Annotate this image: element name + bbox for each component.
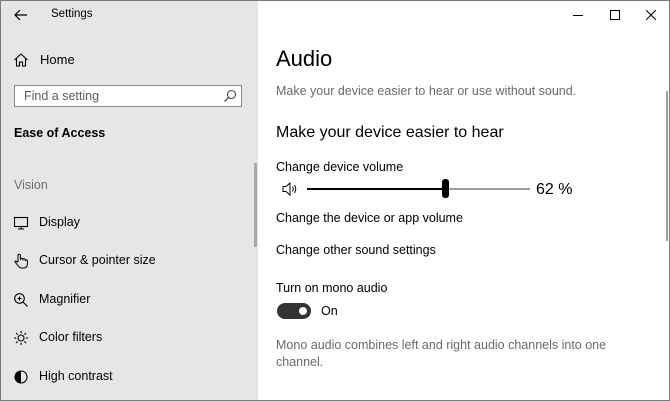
sidebar-item-label: Cursor & pointer size xyxy=(39,253,156,267)
sidebar-item-high-contrast[interactable]: High contrast xyxy=(1,362,258,392)
monitor-icon xyxy=(13,215,29,231)
sidebar: Settings Home Ease of Access Vision xyxy=(1,1,258,400)
section-heading: Make your device easier to hear xyxy=(276,124,504,141)
sidebar-item-label: Color filters xyxy=(39,330,103,344)
back-arrow-icon xyxy=(14,9,27,21)
volume-value: 62 % xyxy=(536,181,573,198)
home-nav-item[interactable]: Home xyxy=(1,45,258,75)
sidebar-item-color-filters[interactable]: Color filters xyxy=(1,323,258,353)
mono-audio-toggle[interactable] xyxy=(277,303,311,319)
other-sound-settings-link[interactable]: Change other sound settings xyxy=(276,243,436,257)
volume-slider-thumb[interactable] xyxy=(442,179,450,198)
close-button[interactable] xyxy=(631,1,669,29)
volume-label: Change device volume xyxy=(276,160,404,174)
sidebar-scrollbar[interactable] xyxy=(254,163,257,247)
speaker-icon[interactable] xyxy=(282,181,298,201)
contrast-icon xyxy=(13,369,29,385)
settings-window: Settings Home Ease of Access Vision xyxy=(0,0,670,401)
minimize-button[interactable] xyxy=(558,1,598,29)
sidebar-item-cursor-pointer-size[interactable]: Cursor & pointer size xyxy=(1,246,258,276)
page-subtitle: Make your device easier to hear or use w… xyxy=(276,84,577,98)
close-icon xyxy=(646,10,656,20)
sidebar-item-label: High contrast xyxy=(39,369,113,383)
mono-audio-label: Turn on mono audio xyxy=(276,281,388,295)
volume-slider-fill xyxy=(307,188,446,190)
sidebar-item-label: Display xyxy=(39,215,80,229)
home-label: Home xyxy=(40,52,75,67)
app-title: Settings xyxy=(51,8,93,20)
title-bar: Settings xyxy=(1,1,258,29)
sidebar-item-label: Magnifier xyxy=(39,292,91,306)
maximize-button[interactable] xyxy=(595,1,635,29)
search-box[interactable] xyxy=(14,85,242,107)
page-title: Audio xyxy=(276,46,333,71)
section-title: Ease of Access xyxy=(14,126,106,140)
sun-icon xyxy=(13,330,29,346)
pointer-hand-icon xyxy=(13,253,29,269)
search-icon[interactable] xyxy=(223,89,237,108)
toggle-knob xyxy=(299,307,307,315)
toggle-state-text: On xyxy=(321,304,338,318)
device-app-volume-link[interactable]: Change the device or app volume xyxy=(276,211,463,225)
maximize-icon xyxy=(610,10,620,20)
back-button[interactable] xyxy=(7,3,35,27)
search-input[interactable] xyxy=(15,86,224,106)
volume-slider[interactable] xyxy=(307,179,530,198)
group-label-vision: Vision xyxy=(14,178,48,192)
sidebar-item-magnifier[interactable]: Magnifier xyxy=(1,285,258,315)
sidebar-item-display[interactable]: Display xyxy=(1,208,258,238)
main-content: Audio Make your device easier to hear or… xyxy=(258,1,669,400)
mono-audio-description: Mono audio combines left and right audio… xyxy=(276,338,607,369)
magnifier-icon xyxy=(13,292,29,308)
home-icon xyxy=(13,52,29,73)
minimize-icon xyxy=(573,15,583,16)
main-scrollbar[interactable] xyxy=(666,91,668,241)
